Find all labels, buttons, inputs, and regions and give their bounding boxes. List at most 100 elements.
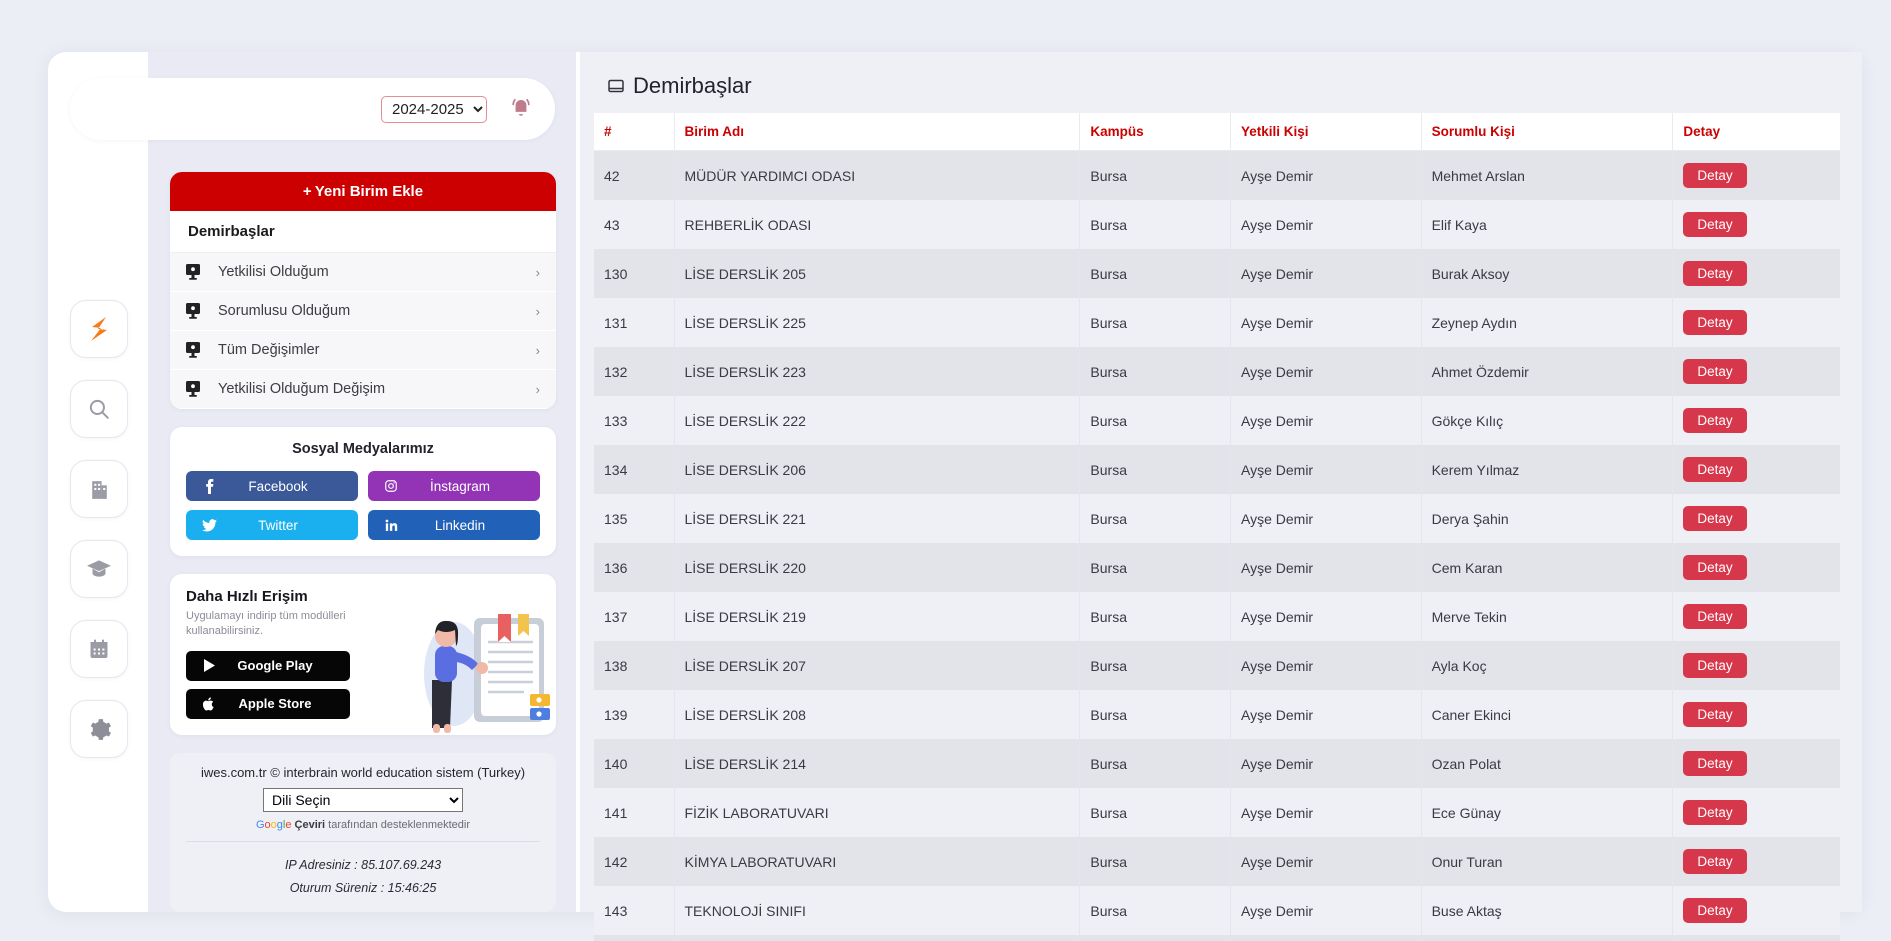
cell-birim: LİSE DERSLİK 225 [674,298,1081,347]
column-header-id[interactable]: # [594,113,675,151]
twitter-button[interactable]: Twitter [186,510,358,540]
cell-detay: Detay [1673,494,1840,543]
add-unit-button[interactable]: + Yeni Birim Ekle [170,172,556,211]
demirbaslar-table: # Birim Adı Kampüs Yetkili Kişi Sorumlu … [594,113,1840,941]
unit-icon [186,381,210,397]
demirbaslar-table-wrap: # Birim Adı Kampüs Yetkili Kişi Sorumlu … [594,113,1840,941]
facebook-label: Facebook [248,478,308,494]
building-icon [87,477,112,502]
cell-kampus: Bursa [1079,690,1231,739]
detay-button[interactable]: Detay [1683,163,1747,188]
apple-store-label: Apple Store [238,696,312,712]
cell-birim: LİSE DERSLİK 219 [674,592,1081,641]
facebook-button[interactable]: Facebook [186,471,358,501]
instagram-button[interactable]: İnstagram [368,471,540,501]
cell-sorumlu: Mehmet Arslan [1421,150,1674,200]
session-info: IP Adresiniz : 85.107.69.243 Oturum Süre… [180,842,546,904]
unit-icon [186,264,210,280]
detay-button[interactable]: Detay [1683,751,1747,776]
cell-yetkili: Ayşe Demir [1230,396,1422,445]
table-row: 136 LİSE DERSLİK 220 Bursa Ayşe Demir Cem Ka… [594,543,1840,592]
cell-kampus: Bursa [1079,739,1231,788]
cell-yetkili: Ayşe Demir [1230,494,1422,543]
detay-button[interactable]: Detay [1683,359,1747,384]
cell-yetkili: Ayşe Demir [1230,445,1422,494]
column-header-sorumlu[interactable]: Sorumlu Kişi [1421,113,1674,151]
column-header-birim[interactable]: Birim Adı [674,113,1081,151]
promo-heading: Daha Hızlı Erişim [186,588,308,605]
detay-button[interactable]: Detay [1683,457,1747,482]
detay-button[interactable]: Detay [1683,261,1747,286]
detay-button[interactable]: Detay [1683,702,1747,727]
detay-button[interactable]: Detay [1683,653,1747,678]
column-header-detay[interactable]: Detay [1672,113,1840,151]
apple-store-button[interactable]: Apple Store [186,688,350,719]
table-row: 131 LİSE DERSLİK 225 Bursa Ayşe Demir Zeynep… [594,298,1840,347]
cell-yetkili: Ayşe Demir [1230,935,1422,941]
rail-item-calendar[interactable] [70,620,128,678]
table-row: 137 LİSE DERSLİK 219 Bursa Ayşe Demir Merve … [594,592,1840,641]
cell-sorumlu: Ayla Koç [1421,641,1674,690]
cell-kampus: Bursa [1079,788,1231,837]
cell-detay: Detay [1673,592,1840,641]
sidebar-item-yetkilisi-oldugum[interactable]: Yetkilisi Olduğum › [170,253,556,292]
sidebar-item-tum-degisimler[interactable]: Tüm Değişimler › [170,331,556,370]
google-play-button[interactable]: Google Play [186,650,350,681]
cell-id: 137 [594,592,675,641]
linkedin-icon [378,519,404,532]
cell-sorumlu: Gökçe Kılıç [1421,396,1674,445]
detay-button[interactable]: Detay [1683,212,1747,237]
cell-kampus: Bursa [1079,347,1231,396]
rail-item-search[interactable] [70,380,128,438]
cell-birim: LİSE DERSLİK 223 [674,347,1081,396]
language-select[interactable]: Dili Seçin [263,787,463,812]
sidebar-item-label: Sorumlusu Olduğum [218,303,351,319]
detay-button[interactable]: Detay [1683,604,1747,629]
rail-item-logo[interactable] [70,300,128,358]
chevron-right-icon: › [535,303,540,319]
cell-kampus: Bursa [1079,298,1231,347]
cell-kampus: Bursa [1079,150,1231,200]
cell-detay: Detay [1673,886,1840,935]
cell-sorumlu: Cem Karan [1421,543,1674,592]
cell-sorumlu: Elif Kaya [1421,200,1674,249]
detay-button[interactable]: Detay [1683,408,1747,433]
cell-yetkili: Ayşe Demir [1230,347,1422,396]
rail-item-settings[interactable] [70,700,128,758]
cell-yetkili: Ayşe Demir [1230,543,1422,592]
page-title: Demirbaşlar [594,68,1840,113]
detay-button[interactable]: Detay [1683,898,1747,923]
cell-id: 133 [594,396,675,445]
cell-yetkili: Ayşe Demir [1230,739,1422,788]
footer-card: iwes.com.tr © interbrain world education… [170,752,556,912]
cell-yetkili: Ayşe Demir [1230,200,1422,249]
session-duration: Oturum Süreniz : 15:46:25 [289,880,437,895]
sidebar-item-yetkilisi-oldugum-degisim[interactable]: Yetkilisi Olduğum Değişim › [170,370,556,409]
detay-button[interactable]: Detay [1683,555,1747,580]
detay-button[interactable]: Detay [1683,310,1747,335]
cell-detay: Detay [1673,935,1840,941]
twitter-label: Twitter [258,517,298,533]
cell-detay: Detay [1673,788,1840,837]
page-root: 2024-2025 +Yeni Birim Ekle Demirbaşlar [0,0,1891,941]
sidebar-item-sorumlusu-oldugum[interactable]: Sorumlusu Olduğum › [170,292,556,331]
cell-yetkili: Ayşe Demir [1230,641,1422,690]
cell-detay: Detay [1673,837,1840,886]
bell-icon [508,94,534,125]
column-header-kampus[interactable]: Kampüs [1079,113,1231,151]
detay-button[interactable]: Detay [1683,849,1747,874]
cell-id: 132 [594,347,675,396]
chevron-right-icon: › [535,381,540,397]
window-icon [608,73,624,99]
table-row: 133 LİSE DERSLİK 222 Bursa Ayşe Demir Gökçe … [594,396,1840,445]
detay-button[interactable]: Detay [1683,506,1747,531]
linkedin-button[interactable]: Linkedin [368,510,540,540]
detay-button[interactable]: Detay [1683,800,1747,825]
notifications-button[interactable] [501,89,541,129]
column-header-yetkili[interactable]: Yetkili Kişi [1230,113,1422,151]
rail-item-campus[interactable] [70,460,128,518]
google-play-label: Google Play [237,658,313,674]
cell-id: 140 [594,739,675,788]
academic-year-select[interactable]: 2024-2025 [381,95,487,123]
rail-item-education[interactable] [70,540,128,598]
